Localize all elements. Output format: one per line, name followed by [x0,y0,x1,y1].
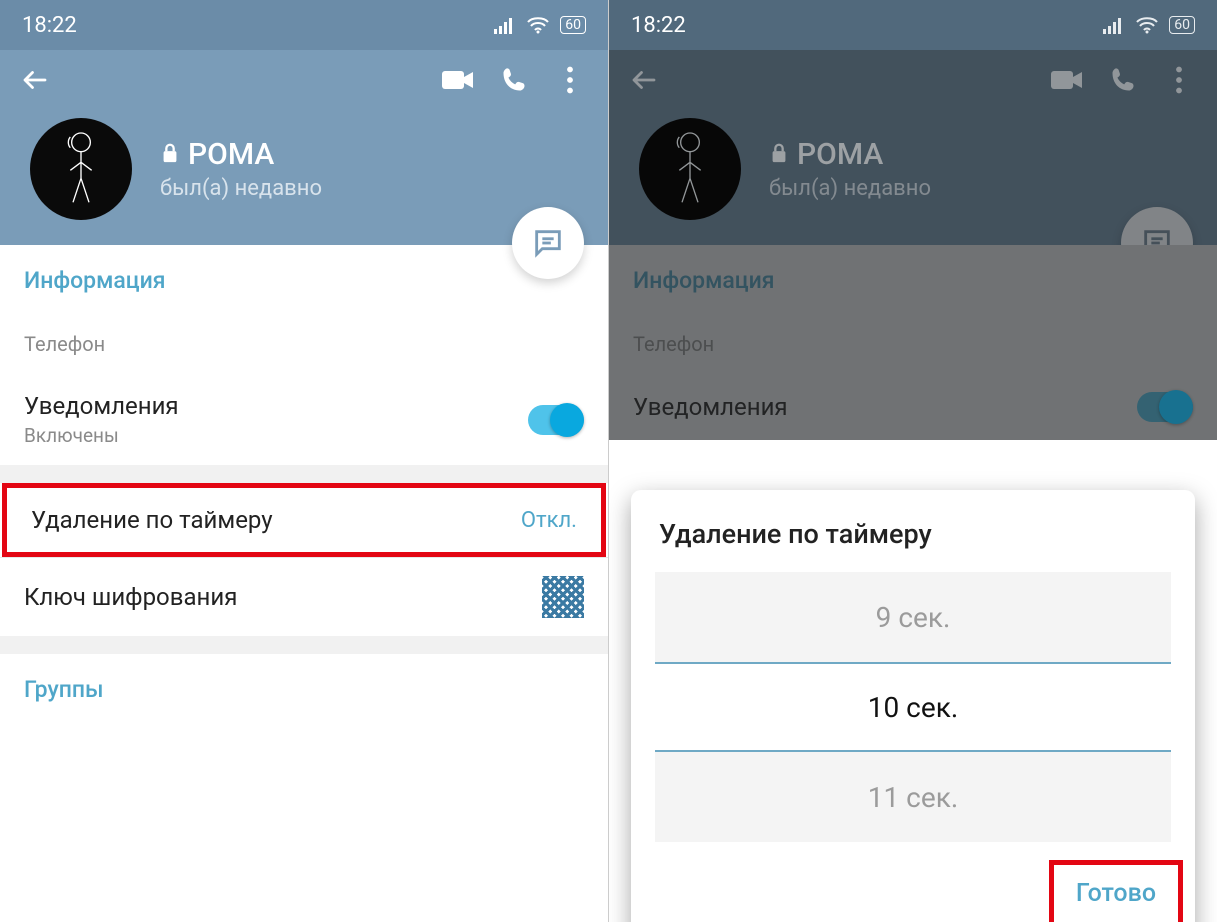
status-bar: 18:22 60 [609,0,1217,50]
picker-option[interactable]: 11 сек. [655,752,1171,842]
back-button[interactable] [10,55,60,105]
avatar[interactable] [639,118,741,220]
profile-row[interactable]: РОМА был(а) недавно [0,118,608,220]
video-call-button[interactable] [1039,55,1095,105]
timer-label: Удаление по таймеру [31,506,521,534]
info-title: Информация [609,245,1217,312]
groups-section: Группы [0,654,608,721]
notifications-label: Уведомления [633,393,1137,421]
signal-icon [494,16,516,34]
picker-option[interactable]: 9 сек. [655,572,1171,662]
profile-header: РОМА был(а) недавно [0,50,608,245]
timer-dialog: Удаление по таймеру 9 сек. 10 сек. 11 се… [631,490,1195,922]
notifications-row[interactable]: Уведомления [609,374,1217,440]
timer-value: Откл. [521,508,577,533]
voice-call-button[interactable] [1095,55,1151,105]
profile-header: РОМА был(а) недавно [609,50,1217,245]
separator [0,636,608,654]
more-menu-button[interactable] [542,55,598,105]
chat-fab[interactable] [512,207,584,279]
avatar[interactable] [30,118,132,220]
lock-icon [769,137,789,172]
separator [0,465,608,483]
dialog-title: Удаление по таймеру [631,490,1195,572]
profile-name: РОМА [160,137,322,172]
back-button[interactable] [619,55,669,105]
done-button[interactable]: Готово [1049,860,1183,922]
info-section: Информация Телефон Уведомления [609,245,1217,440]
profile-name: РОМА [769,137,931,172]
wifi-icon [1135,16,1159,34]
voice-call-button[interactable] [486,55,542,105]
profile-status: был(а) недавно [160,176,322,201]
header-toolbar [0,50,608,110]
more-menu-button[interactable] [1151,55,1207,105]
status-icons: 60 [494,16,586,34]
status-time: 18:22 [22,13,494,38]
phone-label[interactable]: Телефон [609,312,1217,374]
battery-icon: 60 [560,16,586,34]
dialog-actions: Готово [631,852,1195,922]
encryption-key-row[interactable]: Ключ шифрования [0,558,608,636]
lock-icon [160,137,180,172]
notifications-status: Включены [24,424,528,447]
time-picker[interactable]: 9 сек. 10 сек. 11 сек. [655,572,1171,852]
encryption-label: Ключ шифрования [24,583,542,611]
self-destruct-timer-row[interactable]: Удаление по таймеру Откл. [2,483,606,557]
groups-title: Группы [0,654,608,721]
screenshot-right: 18:22 60 [608,0,1217,922]
status-bar: 18:22 60 [0,0,608,50]
screenshot-left: 18:22 60 [0,0,608,922]
battery-icon: 60 [1169,16,1195,34]
profile-status: был(а) недавно [769,176,931,201]
picker-option-selected[interactable]: 10 сек. [655,662,1171,752]
info-section: Информация Телефон Уведомления Включены [0,245,608,465]
phone-label[interactable]: Телефон [0,312,608,374]
signal-icon [1103,16,1125,34]
status-icons: 60 [1103,16,1195,34]
wifi-icon [526,16,550,34]
timer-section: Удаление по таймеру Откл. Ключ шифровани… [0,483,608,636]
notifications-toggle[interactable] [1137,392,1193,422]
video-call-button[interactable] [430,55,486,105]
notifications-toggle[interactable] [528,405,584,435]
notifications-row[interactable]: Уведомления Включены [0,374,608,465]
notifications-label: Уведомления [24,392,528,420]
header-toolbar [609,50,1217,110]
qr-icon [542,576,584,618]
profile-row[interactable]: РОМА был(а) недавно [609,118,1217,220]
status-time: 18:22 [631,13,1103,38]
